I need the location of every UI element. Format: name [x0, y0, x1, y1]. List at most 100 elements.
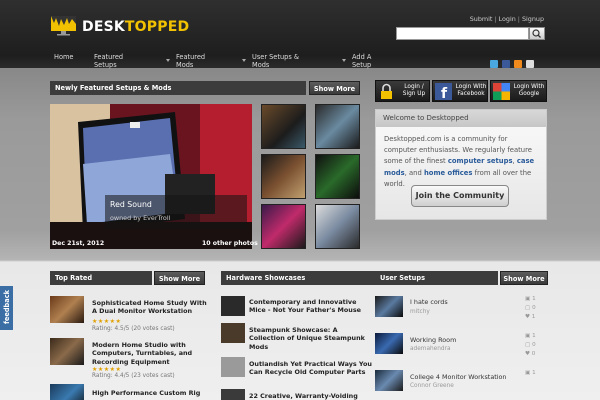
user-setup-title[interactable]: Working Room — [410, 336, 456, 344]
featured-show-more-button[interactable]: Show More — [309, 81, 360, 95]
featured-thumb[interactable] — [261, 154, 306, 199]
nav-add-setup[interactable]: Add A Setup — [348, 53, 388, 70]
chevron-down-icon — [242, 59, 246, 62]
user-setup-stats: ▣ 1 ▢ 0 ♥ 1 — [525, 295, 536, 322]
star-rating-icon: ★★★★★ — [92, 318, 122, 325]
user-setup-stats: ▣ 1 ▢ 0 ♥ 0 — [525, 332, 536, 359]
likes-icon: ♥ — [525, 351, 531, 357]
nav-user-setups-label: User Setups & Mods — [252, 53, 299, 69]
views-count: 1 — [532, 370, 536, 376]
twitter-icon[interactable] — [490, 60, 498, 68]
featured-title: Newly Featured Setups & Mods — [50, 81, 306, 95]
views-icon: ▣ — [525, 370, 531, 376]
user-setup-title[interactable]: I hate cords — [410, 298, 448, 306]
likes-icon: ♥ — [525, 314, 531, 320]
top-rated-thumb[interactable] — [50, 384, 84, 400]
featured-thumb[interactable] — [315, 154, 360, 199]
hardware-thumb[interactable] — [221, 357, 245, 377]
facebook-login-label: Login With Facebook — [455, 84, 487, 97]
submit-link[interactable]: Submit — [470, 15, 493, 23]
social-links — [490, 60, 534, 68]
user-setup-user[interactable]: ademahendra — [410, 346, 451, 352]
comments-count: 0 — [532, 305, 536, 311]
google-login-label: Login With Google — [513, 84, 545, 97]
nav-featured-setups-label: Featured Setups — [94, 53, 124, 69]
hardware-item-title[interactable]: Contemporary and Innovative Mice - Not Y… — [249, 298, 374, 315]
join-community-button[interactable]: Join the Community — [411, 185, 509, 207]
search-input[interactable] — [396, 27, 529, 40]
logo-icon[interactable] — [50, 14, 78, 36]
user-setup-thumb[interactable] — [375, 296, 403, 317]
rss-icon[interactable] — [514, 60, 522, 68]
nav-add-setup-label: Add A Setup — [352, 53, 372, 69]
login-signup-button[interactable]: Login / Sign Up — [375, 80, 430, 102]
hardware-item-title[interactable]: Outlandish Yet Practical Ways You Can Re… — [249, 360, 374, 377]
home-offices-link[interactable]: home offices — [424, 169, 473, 177]
hardware-item-title[interactable]: Steampunk Showcase: A Collection of Uniq… — [249, 326, 374, 351]
lock-icon — [381, 83, 392, 99]
user-setup-thumb[interactable] — [375, 370, 403, 391]
facebook-icon[interactable] — [502, 60, 510, 68]
top-rated-show-more-button[interactable]: Show More — [154, 271, 205, 285]
hardware-thumb[interactable] — [221, 296, 245, 316]
user-setups-show-more-button[interactable]: Show More — [500, 271, 548, 285]
hardware-item-title[interactable]: 22 Creative, Warranty-Voiding — [249, 392, 374, 400]
logo-text-part: DESK — [82, 19, 125, 35]
featured-caption-owner: owned by EverTroll — [110, 214, 171, 222]
welcome-box: Welcome to Desktopped Desktopped.com is … — [375, 109, 547, 220]
featured-thumb[interactable] — [261, 204, 306, 249]
user-setup-user[interactable]: Connor Greene — [410, 383, 454, 389]
nav-featured-mods[interactable]: Featured Mods — [172, 53, 248, 70]
logo-text[interactable]: DESKTOPPED — [82, 19, 189, 35]
facebook-icon: f — [435, 83, 452, 100]
nav-user-setups[interactable]: User Setups & Mods — [248, 53, 348, 70]
featured-thumb[interactable] — [261, 104, 306, 149]
comments-count: 0 — [532, 342, 536, 348]
user-setup-stats: ▣ 1 — [525, 369, 536, 378]
feedback-tab[interactable]: feedback — [0, 286, 13, 330]
user-setup-thumb[interactable] — [375, 333, 403, 354]
nav-featured-setups[interactable]: Featured Setups — [90, 53, 172, 70]
signup-link[interactable]: Signup — [522, 15, 544, 23]
featured-date: Dec 21st, 2012 — [52, 240, 105, 247]
feedback-label: feedback — [3, 290, 11, 324]
google-login-button[interactable]: Login With Google — [490, 80, 547, 102]
hardware-showcases-title: Hardware Showcases — [221, 271, 377, 285]
top-rated-item-title[interactable]: High Performance Custom Rig — [92, 389, 210, 400]
mail-icon[interactable] — [526, 60, 534, 68]
search-icon — [532, 29, 541, 38]
user-setup-title[interactable]: College 4 Monitor Workstation — [410, 373, 506, 381]
top-links: Submit | Login | Signup — [469, 15, 544, 23]
welcome-text-part: , and — [404, 168, 424, 177]
likes-count: 0 — [531, 351, 536, 357]
facebook-login-button[interactable]: f Login With Facebook — [432, 80, 488, 102]
featured-thumb[interactable] — [315, 204, 360, 249]
top-rated-item-title[interactable]: Sophisticated Home Study With A Dual Mon… — [92, 299, 210, 316]
comments-icon: ▢ — [525, 342, 531, 348]
top-rated-title: Top Rated — [50, 271, 152, 285]
user-setup-user[interactable]: mitchy — [410, 309, 430, 315]
views-count: 1 — [532, 333, 536, 339]
logo-text-part: TOPPED — [124, 19, 190, 35]
hardware-thumb[interactable] — [221, 389, 245, 400]
nav-home-label: Home — [54, 53, 74, 61]
featured-photo-count[interactable]: 10 other photos — [202, 240, 258, 247]
views-icon: ▣ — [525, 296, 531, 302]
views-icon: ▣ — [525, 333, 531, 339]
top-rated-thumb[interactable] — [50, 296, 84, 323]
top-rated-rating: Rating: 4.5/5 (20 votes cast) — [92, 326, 175, 332]
hardware-thumb[interactable] — [221, 323, 245, 343]
welcome-title: Welcome to Desktopped — [376, 110, 546, 127]
main-nav: Home Featured Setups Featured Mods User … — [50, 53, 388, 70]
featured-caption-title[interactable]: Red Sound — [110, 200, 242, 209]
featured-caption: Red Sound owned by EverTroll — [105, 195, 247, 229]
top-rated-item-title[interactable]: Modern Home Studio with Computers, Turnt… — [92, 341, 210, 366]
search-button[interactable] — [529, 27, 545, 40]
computer-setups-link[interactable]: computer setups — [448, 157, 513, 165]
google-icon — [493, 83, 510, 100]
login-link[interactable]: Login — [499, 15, 516, 23]
featured-thumb[interactable] — [315, 104, 360, 149]
star-rating-icon: ★★★★★ — [92, 366, 122, 373]
top-rated-thumb[interactable] — [50, 338, 84, 365]
nav-home[interactable]: Home — [50, 53, 90, 70]
